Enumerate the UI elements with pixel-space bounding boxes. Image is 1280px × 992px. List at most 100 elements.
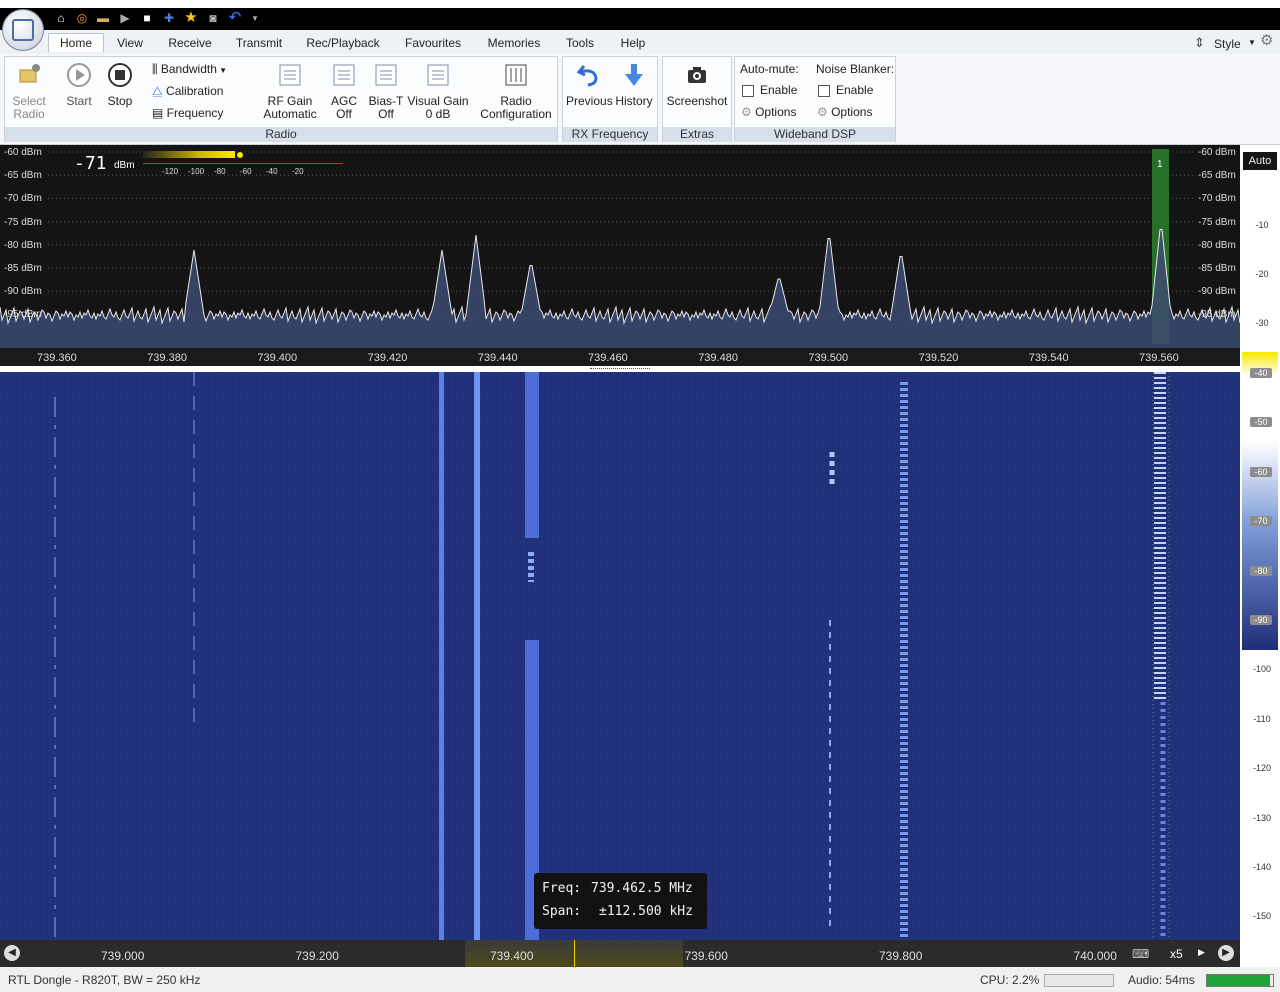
waterfall-scale-label: -60 bbox=[1250, 466, 1272, 477]
waterfall-scale-label: -140 bbox=[1252, 862, 1271, 872]
tooltip-freq-label: Freq: bbox=[542, 881, 582, 896]
waterfall-contrast-slider[interactable] bbox=[1242, 352, 1278, 650]
signal-meter-line bbox=[143, 163, 343, 164]
home-icon[interactable]: ⌂ bbox=[54, 11, 68, 25]
radio-configuration-button[interactable]: Radio Configuration bbox=[476, 62, 556, 121]
customize-icon[interactable]: ▾ bbox=[248, 11, 262, 25]
wideband-dsp-group-title: Wideband DSP bbox=[735, 127, 895, 142]
tab-memories[interactable]: Memories bbox=[478, 34, 550, 52]
style-menu[interactable]: Style bbox=[1214, 37, 1241, 51]
tab-help[interactable]: Help bbox=[610, 34, 656, 52]
noise-blanker-enable-label: Enable bbox=[836, 83, 874, 97]
agc-button[interactable]: AGC Off bbox=[327, 62, 361, 121]
frequency-overview-bar[interactable]: ◀ 739.000 739.200 739.400 739.600 739.800 740… bbox=[0, 940, 1240, 967]
style-dropdown-icon[interactable]: ▼ bbox=[1248, 36, 1256, 50]
application-menu-button[interactable] bbox=[2, 9, 44, 51]
agc-value: Off bbox=[336, 107, 352, 121]
meter-tick: -120 bbox=[162, 167, 179, 176]
history-label: History bbox=[615, 94, 653, 108]
signal-meter-peak bbox=[237, 152, 243, 158]
zoom-factor[interactable]: x5 bbox=[1170, 947, 1183, 961]
signal-meter-bar bbox=[143, 151, 235, 158]
auto-mute-enable-checkbox[interactable]: Enable bbox=[742, 83, 797, 97]
star-icon[interactable]: ★ bbox=[184, 10, 198, 25]
spectrum-plot bbox=[0, 149, 1240, 348]
radio-configuration-label: Radio Configuration bbox=[480, 94, 552, 121]
spectrum-freq-tick: 739.380 bbox=[147, 352, 187, 364]
radio-group-title: Radio bbox=[5, 127, 557, 142]
scroll-left-icon[interactable]: ◀ bbox=[4, 945, 20, 961]
left-db-label: -85 dBm bbox=[4, 263, 42, 274]
visual-gain-button[interactable]: Visual Gain 0 dB bbox=[406, 62, 470, 121]
app-logo-icon bbox=[12, 19, 34, 41]
waterfall-scale-label: -90 bbox=[1250, 615, 1272, 625]
select-radio-icon bbox=[19, 64, 40, 83]
auto-button[interactable]: Auto bbox=[1243, 152, 1277, 170]
spectrum-freq-tick: 739.500 bbox=[808, 352, 849, 364]
calibration-label: Calibration bbox=[166, 84, 224, 98]
right-db-label: -80 dBm bbox=[1198, 239, 1236, 251]
noise-blanker-enable-checkbox[interactable]: Enable bbox=[818, 83, 873, 97]
frequency-tooltip: Freq: 739.462.5 MHz Span: ±112.500 kHz bbox=[534, 873, 707, 929]
camera-icon[interactable]: ◙ bbox=[206, 11, 220, 25]
bandwidth-button[interactable]: ⫼ Bandwidth ▼ bbox=[152, 62, 227, 78]
status-bar: RTL Dongle - R820T, BW = 250 kHz CPU: 2.… bbox=[0, 967, 1280, 992]
play-icon bbox=[67, 63, 91, 87]
right-db-label: -65 dBm bbox=[1198, 170, 1236, 182]
tuned-frequency-marker bbox=[574, 940, 575, 967]
screenshot-button[interactable]: Screenshot bbox=[666, 62, 728, 108]
stop-button[interactable]: Stop bbox=[103, 62, 137, 108]
waterfall-display[interactable] bbox=[0, 372, 1240, 940]
lifebuoy-icon[interactable]: ◎ bbox=[75, 11, 89, 25]
rf-gain-button[interactable]: RF Gain Automatic bbox=[258, 62, 322, 121]
left-db-label: -95 dBm bbox=[4, 309, 42, 321]
scroll-right-icon[interactable]: ▶ bbox=[1218, 945, 1234, 961]
meter-tick: -80 bbox=[214, 167, 226, 176]
tab-receive[interactable]: Receive bbox=[160, 34, 220, 52]
left-db-label: -90 dBm bbox=[4, 286, 42, 298]
start-button[interactable]: Start bbox=[62, 62, 96, 108]
tab-home[interactable]: Home bbox=[48, 33, 104, 52]
bias-t-button[interactable]: Bias-T Off bbox=[367, 62, 405, 121]
previous-button[interactable]: Previous bbox=[566, 62, 613, 108]
tab-rec-playback[interactable]: Rec/Playback bbox=[298, 34, 388, 52]
keyboard-icon[interactable]: ⌨ bbox=[1132, 947, 1149, 961]
meter-tick: -20 bbox=[292, 167, 304, 176]
audio-status: Audio: 54ms bbox=[1128, 973, 1195, 987]
tab-transmit[interactable]: Transmit bbox=[226, 34, 292, 52]
waterfall-scale-label: -100 bbox=[1252, 664, 1271, 675]
frequency-button[interactable]: ▤ Frequency bbox=[152, 106, 223, 120]
overview-freq-tick: 739.600 bbox=[684, 949, 728, 963]
meter-tick: -60 bbox=[240, 167, 252, 176]
left-db-label: -70 dBm bbox=[4, 193, 42, 205]
calibration-button[interactable]: ⧋ Calibration bbox=[152, 84, 223, 98]
tab-view[interactable]: View bbox=[108, 34, 152, 52]
spectrum-display[interactable]: -60 dBm -65 dBm -70 dBm -75 dBm -80 dBm -85 d… bbox=[0, 145, 1240, 348]
undo-icon[interactable]: ↶ bbox=[228, 10, 242, 25]
noise-blanker-options-button[interactable]: ⚙ Options bbox=[817, 105, 872, 119]
stop-label: Stop bbox=[107, 94, 133, 108]
zoom-dropdown-icon[interactable]: ▶ bbox=[1198, 947, 1205, 958]
tab-favourites[interactable]: Favourites bbox=[394, 34, 472, 52]
stop-icon[interactable]: ■ bbox=[140, 11, 154, 25]
history-button[interactable]: History bbox=[614, 62, 654, 108]
tab-tools[interactable]: Tools bbox=[556, 34, 604, 52]
style-arrows-icon[interactable]: ⇕ bbox=[1194, 36, 1205, 50]
gear-icon[interactable]: ⚙ bbox=[1260, 33, 1273, 48]
vfo-marker-label: 1 bbox=[1157, 159, 1163, 170]
spectrum-freq-tick: 739.540 bbox=[1028, 352, 1069, 364]
folder-icon[interactable]: ▬ bbox=[96, 11, 110, 25]
gear-icon: ⚙ bbox=[817, 105, 832, 119]
checkbox-icon bbox=[818, 84, 830, 97]
plus-icon[interactable]: ✚ bbox=[162, 11, 176, 25]
left-db-label: -75 dBm bbox=[4, 216, 42, 228]
right-db-label: -60 dBm bbox=[1198, 147, 1236, 158]
select-radio-button[interactable]: Select Radio bbox=[8, 62, 50, 121]
splitter-grip bbox=[590, 368, 650, 370]
bias-t-icon bbox=[375, 64, 397, 86]
play-icon[interactable]: ▶ bbox=[118, 11, 132, 25]
agc-icon bbox=[333, 64, 355, 86]
auto-mute-options-button[interactable]: ⚙ Options bbox=[741, 105, 796, 119]
frequency-label: Frequency bbox=[166, 106, 224, 120]
bandwidth-label: Bandwidth bbox=[160, 62, 217, 76]
